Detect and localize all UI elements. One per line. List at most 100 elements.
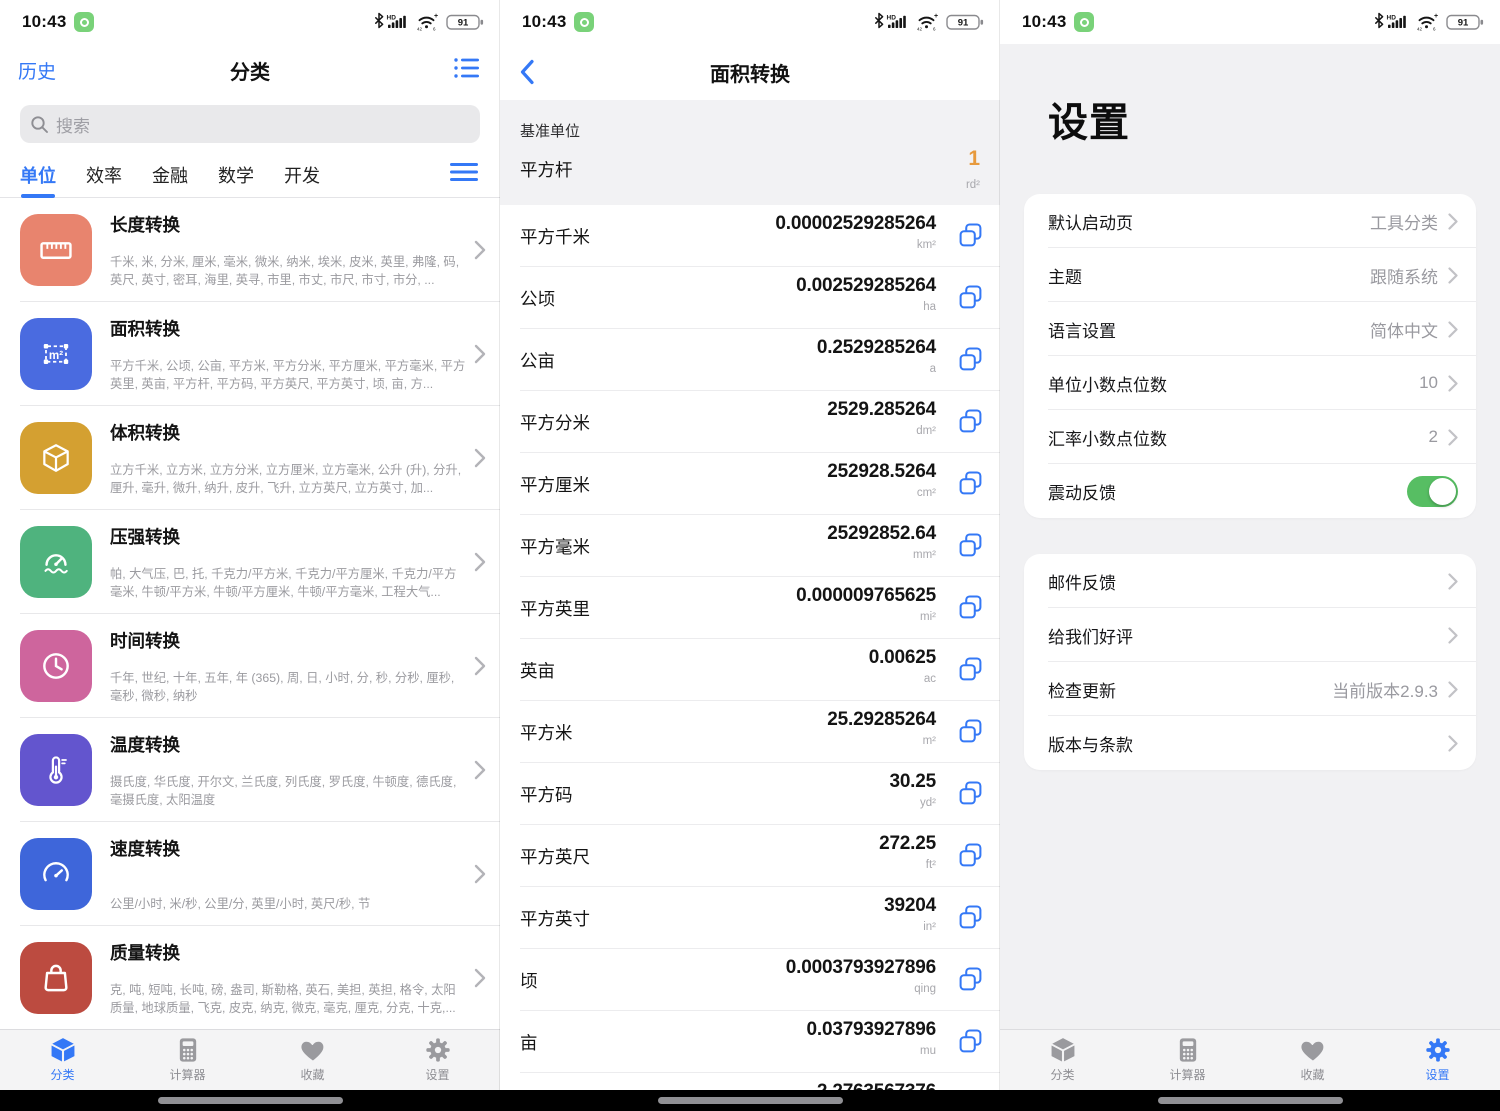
conversion-row[interactable]: 平方毫米 25292852.64 mm² (500, 515, 1000, 577)
back-button[interactable] (512, 57, 542, 87)
unit-symbol: ha (923, 301, 936, 313)
conversion-row[interactable]: 平方英寸 39204 in² (500, 887, 1000, 949)
unit-value: 0.000009765625 (796, 585, 936, 607)
copy-icon[interactable] (957, 718, 984, 745)
setting-row-unit-decimals[interactable]: 单位小数点位数 10 (1024, 356, 1476, 410)
tab-favorites[interactable]: 收藏 (1250, 1030, 1375, 1090)
home-indicator[interactable] (1158, 1097, 1343, 1104)
item-desc: 千年, 世纪, 十年, 五年, 年 (365), 周, 日, 小时, 分, 秒,… (110, 670, 466, 705)
tab-calculator[interactable]: 计算器 (125, 1030, 250, 1090)
setting-value: 简体中文 (1370, 317, 1438, 342)
menu-icon[interactable] (448, 161, 480, 188)
conversion-row[interactable]: 平方厘米 252928.5264 cm² (500, 453, 1000, 515)
conversion-row[interactable]: 英亩 0.00625 ac (500, 639, 1000, 701)
tab-dev[interactable]: 开发 (284, 162, 320, 188)
search-input[interactable]: 搜索 (20, 105, 480, 143)
tab-efficiency[interactable]: 效率 (86, 162, 122, 188)
copy-icon[interactable] (957, 1028, 984, 1055)
conversion-row[interactable]: 平方分米 2529.285264 dm² (500, 391, 1000, 453)
list-item-length[interactable]: 长度转换 千米, 米, 分米, 厘米, 毫米, 微米, 纳米, 埃米, 皮米, … (0, 198, 500, 302)
list-view-button[interactable] (452, 55, 482, 86)
item-title: 面积转换 (110, 316, 180, 341)
converter-nav: 面积转换 (500, 44, 1000, 100)
unit-name: 平方毫米 (520, 534, 590, 559)
home-indicator[interactable] (158, 1097, 343, 1104)
clock-icon (20, 630, 92, 702)
battery-percent: 91 (958, 18, 969, 29)
svg-text:6: 6 (933, 27, 936, 32)
tab-favorites[interactable]: 收藏 (250, 1030, 375, 1090)
copy-icon[interactable] (957, 222, 984, 249)
unit-symbol: km² (917, 239, 936, 251)
list-item-area[interactable]: m² 面积转换 平方千米, 公顷, 公亩, 平方米, 平方分米, 平方厘米, 平… (0, 302, 500, 406)
setting-row-check-update[interactable]: 检查更新 当前版本2.9.3 (1024, 662, 1476, 716)
list-item-mass[interactable]: 质量转换 克, 吨, 短吨, 长吨, 磅, 盎司, 斯勒格, 英石, 美担, 英… (0, 926, 500, 1029)
tab-categories[interactable]: 分类 (1000, 1030, 1125, 1090)
list-item-speed[interactable]: 速度转换 公里/小时, 米/秒, 公里/分, 英里/小时, 英尺/秒, 节 (0, 822, 500, 926)
unit-name: 亩 (520, 1030, 538, 1055)
setting-label: 震动反馈 (1048, 479, 1116, 504)
list-item-volume[interactable]: 体积转换 立方千米, 立方米, 立方分米, 立方厘米, 立方毫米, 公升 (升)… (0, 406, 500, 510)
conversion-row[interactable]: 平方千米 0.00002529285264 km² (500, 205, 1000, 267)
copy-icon[interactable] (957, 532, 984, 559)
unit-symbol: m² (923, 735, 936, 747)
conversion-row[interactable]: 平方英尺 272.25 ft² (500, 825, 1000, 887)
base-unit-value[interactable]: 1 (968, 147, 980, 171)
tab-settings[interactable]: 设置 (375, 1030, 500, 1090)
setting-row-rate-decimals[interactable]: 汇率小数点位数 2 (1024, 410, 1476, 464)
item-title: 速度转换 (110, 836, 180, 861)
setting-row-rate-us[interactable]: 给我们好评 (1024, 608, 1476, 662)
home-indicator[interactable] (658, 1097, 843, 1104)
copy-icon[interactable] (957, 966, 984, 993)
categories-screen: 10:43 HD + 42 6 (0, 0, 500, 1111)
clock-time: 10:43 (1022, 12, 1066, 32)
copy-icon[interactable] (957, 594, 984, 621)
area-icon: m² (20, 318, 92, 390)
tab-categories[interactable]: 分类 (0, 1030, 125, 1090)
history-button[interactable]: 历史 (18, 57, 56, 84)
list-item-pressure[interactable]: 压强转换 帕, 大气压, 巴, 托, 千克力/平方米, 千克力/平方厘米, 千克… (0, 510, 500, 614)
cube-icon (20, 422, 92, 494)
tab-units[interactable]: 单位 (20, 162, 56, 188)
conversion-row[interactable]: 平方码 30.25 yd² (500, 763, 1000, 825)
tab-settings[interactable]: 设置 (1375, 1030, 1500, 1090)
copy-icon[interactable] (957, 780, 984, 807)
conversion-row-partial[interactable]: 2.2763567376 (500, 1073, 1000, 1090)
copy-icon[interactable] (957, 284, 984, 311)
search-icon (30, 115, 49, 134)
base-unit-name[interactable]: 平方杆 (520, 157, 573, 182)
conversion-row[interactable]: 平方米 25.29285264 m² (500, 701, 1000, 763)
vibration-toggle[interactable] (1407, 476, 1458, 507)
list-item-time[interactable]: 时间转换 千年, 世纪, 十年, 五年, 年 (365), 周, 日, 小时, … (0, 614, 500, 718)
conversion-row[interactable]: 平方英里 0.000009765625 mi² (500, 577, 1000, 639)
copy-icon[interactable] (957, 842, 984, 869)
item-title: 时间转换 (110, 628, 180, 653)
copy-icon[interactable] (957, 470, 984, 497)
copy-icon[interactable] (957, 656, 984, 683)
setting-row-language[interactable]: 语言设置 简体中文 (1024, 302, 1476, 356)
setting-value: 当前版本2.9.3 (1332, 677, 1438, 702)
tab-math[interactable]: 数学 (218, 162, 254, 188)
tab-label: 收藏 (300, 1066, 324, 1083)
setting-row-terms[interactable]: 版本与条款 (1024, 716, 1476, 770)
conversion-row[interactable]: 公顷 0.002529285264 ha (500, 267, 1000, 329)
setting-value: 跟随系统 (1370, 263, 1438, 288)
conversion-row[interactable]: 顷 0.0003793927896 qing (500, 949, 1000, 1011)
list-item-temperature[interactable]: 温度转换 摄氏度, 华氏度, 开尔文, 兰氏度, 列氏度, 罗氏度, 牛顿度, … (0, 718, 500, 822)
status-icons: HD + 42 6 91 (374, 12, 486, 32)
conversion-row[interactable]: 亩 0.03793927896 mu (500, 1011, 1000, 1073)
tab-finance[interactable]: 金融 (152, 162, 188, 188)
tab-label: 计算器 (169, 1066, 205, 1083)
setting-row-default-page[interactable]: 默认启动页 工具分类 (1024, 194, 1476, 248)
tab-calculator[interactable]: 计算器 (1125, 1030, 1250, 1090)
unit-value: 252928.5264 (827, 461, 936, 483)
setting-row-email-feedback[interactable]: 邮件反馈 (1024, 554, 1476, 608)
conversion-row[interactable]: 公亩 0.2529285264 a (500, 329, 1000, 391)
search-area: 搜索 (0, 96, 500, 152)
copy-icon[interactable] (957, 346, 984, 373)
copy-icon[interactable] (957, 408, 984, 435)
setting-row-theme[interactable]: 主题 跟随系统 (1024, 248, 1476, 302)
bag-icon (20, 942, 92, 1014)
copy-icon[interactable] (957, 904, 984, 931)
bluetooth-icon (876, 14, 883, 28)
